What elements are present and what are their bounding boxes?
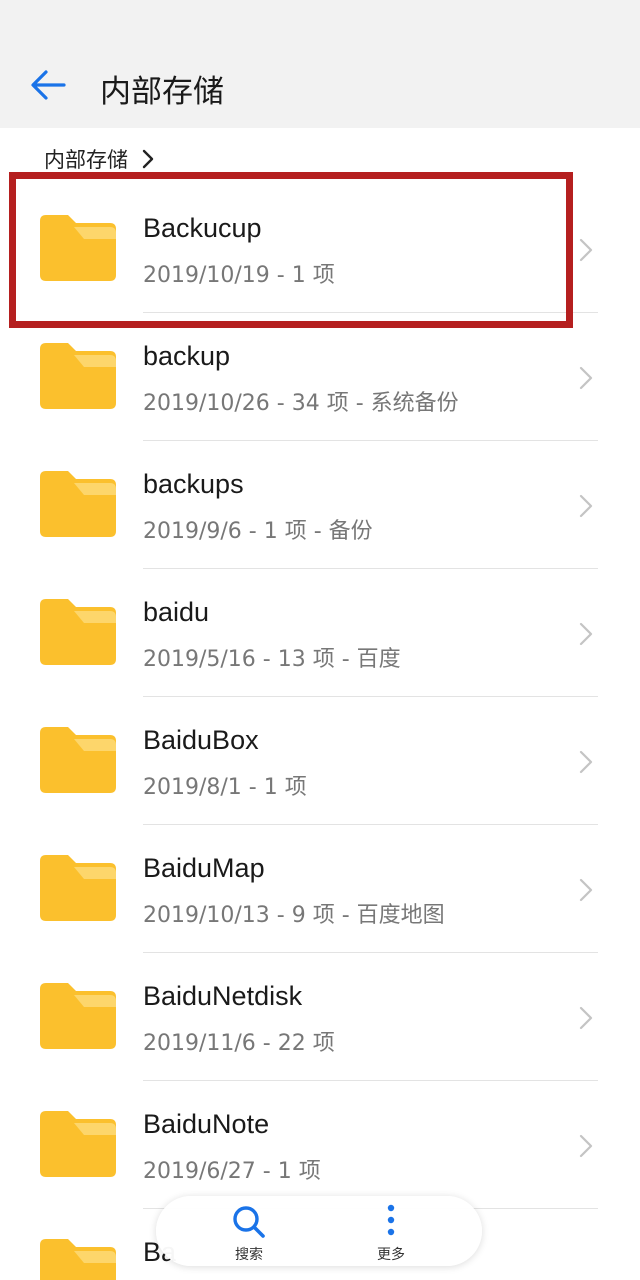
list-item[interactable]: backups 2019/9/6 - 1 项 - 备份 (0, 441, 640, 569)
folder-meta: 2019/6/27 - 1 项 (143, 1159, 321, 1184)
chevron-right-icon (579, 1006, 593, 1030)
folder-name: Backucup (143, 213, 262, 243)
folder-meta: 2019/10/26 - 34 项 - 系统备份 (143, 391, 459, 416)
list-item[interactable]: Backucup 2019/10/19 - 1 项 (0, 185, 640, 313)
search-label: 搜索 (235, 1247, 263, 1263)
breadcrumb[interactable]: 内部存储 (44, 142, 156, 176)
chevron-right-icon (579, 1134, 593, 1158)
folder-meta: 2019/9/6 - 1 项 - 备份 (143, 519, 373, 544)
breadcrumb-label: 内部存储 (44, 148, 128, 172)
folder-name: BaiduNote (143, 1109, 270, 1139)
list-item[interactable]: baidu 2019/5/16 - 13 项 - 百度 (0, 569, 640, 697)
folder-meta: 2019/8/1 - 1 项 (143, 775, 307, 800)
list-item[interactable]: BaiduNetdisk 2019/11/6 - 22 项 (0, 953, 640, 1081)
folder-name: baidu (143, 597, 210, 627)
list-item[interactable]: BaiduMap 2019/10/13 - 9 项 - 百度地图 (0, 825, 640, 953)
chevron-right-icon (579, 494, 593, 518)
search-icon (233, 1206, 265, 1238)
chevron-right-icon (579, 878, 593, 902)
search-button[interactable]: 搜索 (199, 1200, 299, 1263)
folder-name: backup (143, 341, 231, 371)
page-title: 内部存储 (100, 74, 224, 110)
folder-icon (40, 343, 116, 409)
folder-name: BaiduNetdisk (143, 981, 303, 1011)
folder-icon (40, 855, 116, 921)
folder-meta: 2019/10/13 - 9 项 - 百度地图 (143, 903, 445, 928)
back-arrow-icon[interactable] (26, 62, 72, 108)
chevron-right-icon (579, 750, 593, 774)
app-bar: 内部存储 (0, 40, 640, 128)
folder-icon (40, 471, 116, 537)
folder-icon (40, 599, 116, 665)
chevron-right-icon (142, 149, 154, 169)
more-vertical-icon (387, 1204, 395, 1236)
folder-list: Backucup 2019/10/19 - 1 项 backup 2019/10… (0, 185, 640, 1280)
folder-meta: 2019/11/6 - 22 项 (143, 1031, 335, 1056)
chevron-right-icon (579, 238, 593, 262)
folder-meta: 2019/10/19 - 1 项 (143, 263, 335, 288)
list-item[interactable]: BaiduNote 2019/6/27 - 1 项 (0, 1081, 640, 1209)
folder-icon (40, 215, 116, 281)
folder-name: BaiduBox (143, 725, 259, 755)
folder-icon (40, 983, 116, 1049)
list-item[interactable]: BaiduBox 2019/8/1 - 1 项 (0, 697, 640, 825)
status-bar (0, 0, 640, 40)
folder-name: BaiduMap (143, 853, 265, 883)
list-item[interactable]: backup 2019/10/26 - 34 项 - 系统备份 (0, 313, 640, 441)
chevron-right-icon (579, 366, 593, 390)
folder-icon (40, 1239, 116, 1280)
folder-icon (40, 727, 116, 793)
folder-icon (40, 1111, 116, 1177)
chevron-right-icon (579, 622, 593, 646)
bottom-toolbar: 搜索 更多 (156, 1196, 482, 1266)
folder-name: backups (143, 469, 244, 499)
folder-meta: 2019/5/16 - 13 项 - 百度 (143, 647, 401, 672)
more-label: 更多 (377, 1247, 405, 1263)
more-button[interactable]: 更多 (341, 1200, 441, 1263)
